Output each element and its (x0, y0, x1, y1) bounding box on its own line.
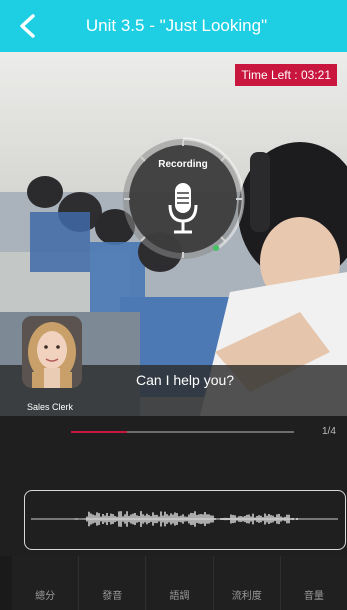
waveform-box (24, 490, 346, 550)
page-title: Unit 3.5 - "Just Looking" (85, 16, 268, 35)
waveform (31, 511, 338, 527)
tab-volume[interactable]: 音量 (281, 556, 347, 610)
recording-label: Recording (158, 159, 208, 170)
avatar (22, 316, 82, 388)
progress-fill (71, 431, 127, 433)
microphone-icon (168, 183, 198, 234)
tab-intonation[interactable]: 語調 (146, 556, 214, 610)
tab-total-score[interactable]: 總分 (12, 556, 80, 610)
tab-pronunciation[interactable]: 發音 (79, 556, 147, 610)
time-left-badge: Time Left : 03:21 (235, 64, 337, 86)
speaker-name: Sales Clerk (27, 402, 74, 412)
tab-fluency[interactable]: 流利度 (214, 556, 281, 610)
chevron-left-icon[interactable] (16, 13, 40, 39)
progress-bar (71, 431, 294, 433)
page-counter: 1/4 (322, 426, 336, 437)
recording-dial[interactable]: Recording (121, 137, 245, 261)
dialog-line: Can I help you? (136, 372, 235, 388)
recording-panel: 1/4 (0, 416, 347, 556)
score-tabs: 總分 發音 語調 流利度 音量 (12, 556, 347, 610)
header-bar: Unit 3.5 - "Just Looking" (0, 0, 347, 52)
